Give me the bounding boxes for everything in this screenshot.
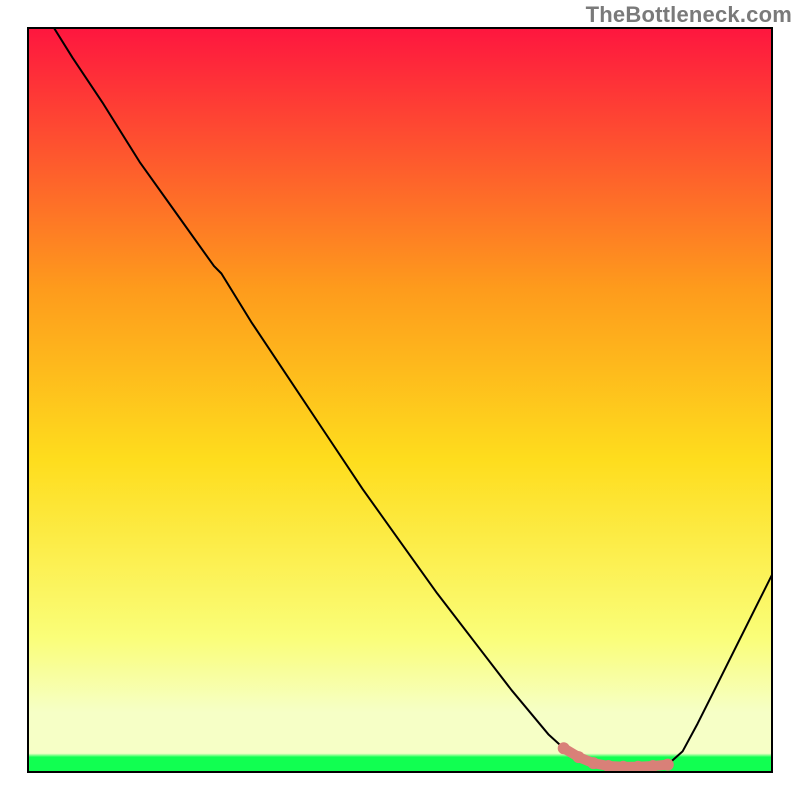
marker-dot <box>587 757 599 769</box>
chart-container: TheBottleneck.com <box>0 0 800 800</box>
marker-dot <box>662 759 674 771</box>
bottleneck-chart <box>0 0 800 800</box>
marker-dot <box>573 751 585 763</box>
plot-background <box>28 28 772 772</box>
watermark-text: TheBottleneck.com <box>586 2 792 28</box>
marker-dot <box>558 742 570 754</box>
marker-dot <box>602 760 614 772</box>
marker-dot <box>647 760 659 772</box>
